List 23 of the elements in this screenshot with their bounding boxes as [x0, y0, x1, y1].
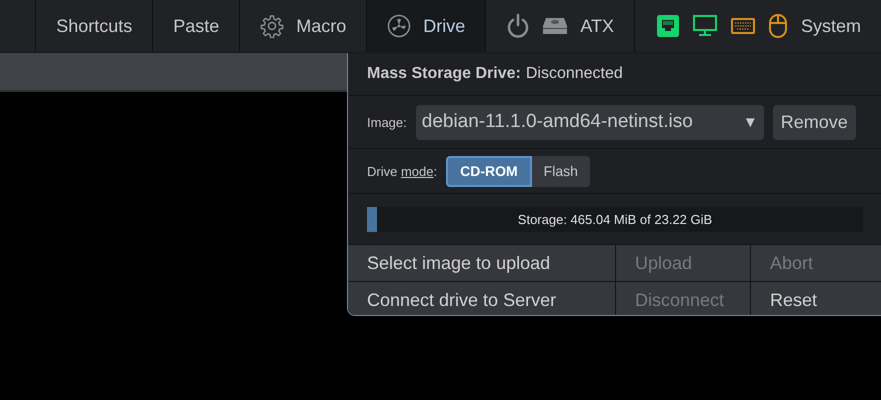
image-label: Image:: [367, 114, 407, 130]
drive-status: Disconnected: [526, 65, 623, 83]
image-select[interactable]: debian-11.1.0-amd64-netinst.iso ▼: [416, 104, 764, 140]
drive-mode-label: Drive mode:: [367, 164, 438, 178]
remove-button[interactable]: Remove: [772, 104, 856, 140]
action-button[interactable]: Select image to upload: [348, 245, 615, 281]
mode-toggle[interactable]: Flash: [532, 156, 590, 186]
dropdown-arrow-icon: ▼: [742, 114, 758, 130]
menu-item[interactable]: Shortcuts: [56, 16, 132, 36]
menu-item[interactable]: Paste: [173, 16, 220, 36]
gear-icon: [260, 14, 284, 38]
menu-item[interactable]: ATX: [580, 16, 614, 36]
action-button[interactable]: Reset: [751, 282, 881, 315]
menu-item[interactable]: Macro: [296, 16, 346, 36]
drive-title: Mass Storage Drive:: [367, 65, 521, 83]
fan-icon: [387, 14, 412, 38]
menu-item[interactable]: System: [800, 16, 861, 36]
hard-drive-icon: [542, 16, 568, 36]
mode-toggle[interactable]: CD-ROM: [446, 156, 532, 186]
action-button[interactable]: Connect drive to Server: [348, 282, 615, 315]
storage-text: Storage: 465.04 MiB of 23.22 GiB: [518, 212, 712, 226]
menu-item[interactable]: Drive: [423, 16, 466, 36]
power-icon: [506, 13, 530, 39]
